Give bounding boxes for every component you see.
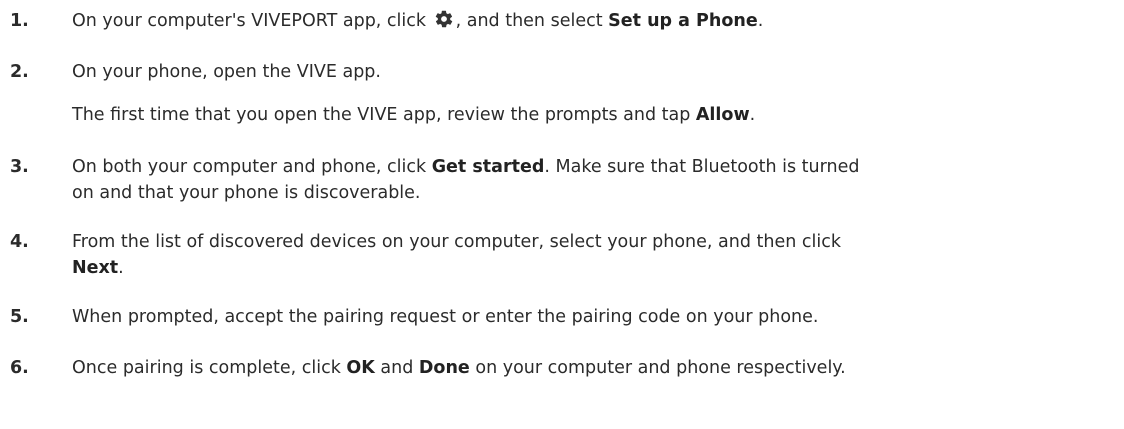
- gear-icon: [435, 10, 452, 28]
- step-text-line: on and that your phone is discoverable.: [72, 183, 421, 203]
- step-text-segment: .: [118, 258, 124, 278]
- next-label: Next: [72, 258, 119, 278]
- step-text-segment: On both your computer and phone, click: [72, 157, 432, 177]
- step-text: On your computer's VIVEPORT app, click ,…: [72, 8, 1092, 34]
- step-text-segment: Once pairing is complete, click: [72, 358, 347, 378]
- step-text: When prompted, accept the pairing reques…: [72, 304, 1092, 330]
- step-text-segment: The first time that you open the VIVE ap…: [72, 105, 696, 125]
- step-text-line: On your phone, open the VIVE app.: [72, 62, 381, 82]
- step-text-line: When prompted, accept the pairing reques…: [72, 307, 819, 327]
- set-up-phone-label: Set up a Phone: [608, 11, 758, 31]
- step-text-segment: on your computer and phone respectively.: [469, 358, 846, 378]
- step-text: On your phone, open the VIVE app. The fi…: [72, 59, 1092, 128]
- ok-label: OK: [346, 358, 375, 378]
- step-number: 3.: [10, 157, 29, 177]
- step-number: 4.: [10, 232, 29, 252]
- allow-label: Allow: [695, 105, 750, 125]
- step-text: On both your computer and phone, click G…: [72, 154, 1092, 206]
- step-number: 5.: [10, 307, 29, 327]
- step-text: Once pairing is complete, click OK and D…: [72, 355, 1092, 381]
- step-number: 6.: [10, 358, 29, 378]
- step-number: 1.: [10, 11, 29, 31]
- step-text: From the list of discovered devices on y…: [72, 229, 1092, 281]
- step-number: 2.: [10, 62, 29, 82]
- step-text-segment: , and then select: [455, 11, 609, 31]
- step-note: The first time that you open the VIVE ap…: [72, 102, 1092, 128]
- step-text-line: From the list of discovered devices on y…: [72, 232, 841, 252]
- step-text-segment: and: [374, 358, 419, 378]
- done-label: Done: [418, 358, 470, 378]
- get-started-label: Get started: [431, 157, 545, 177]
- step-text-segment: .: [757, 11, 764, 31]
- step-text-segment: .: [749, 105, 756, 125]
- step-text-segment: On your computer's VIVEPORT app, click: [72, 11, 432, 31]
- step-text-segment: . Make sure that Bluetooth is turned: [544, 157, 860, 177]
